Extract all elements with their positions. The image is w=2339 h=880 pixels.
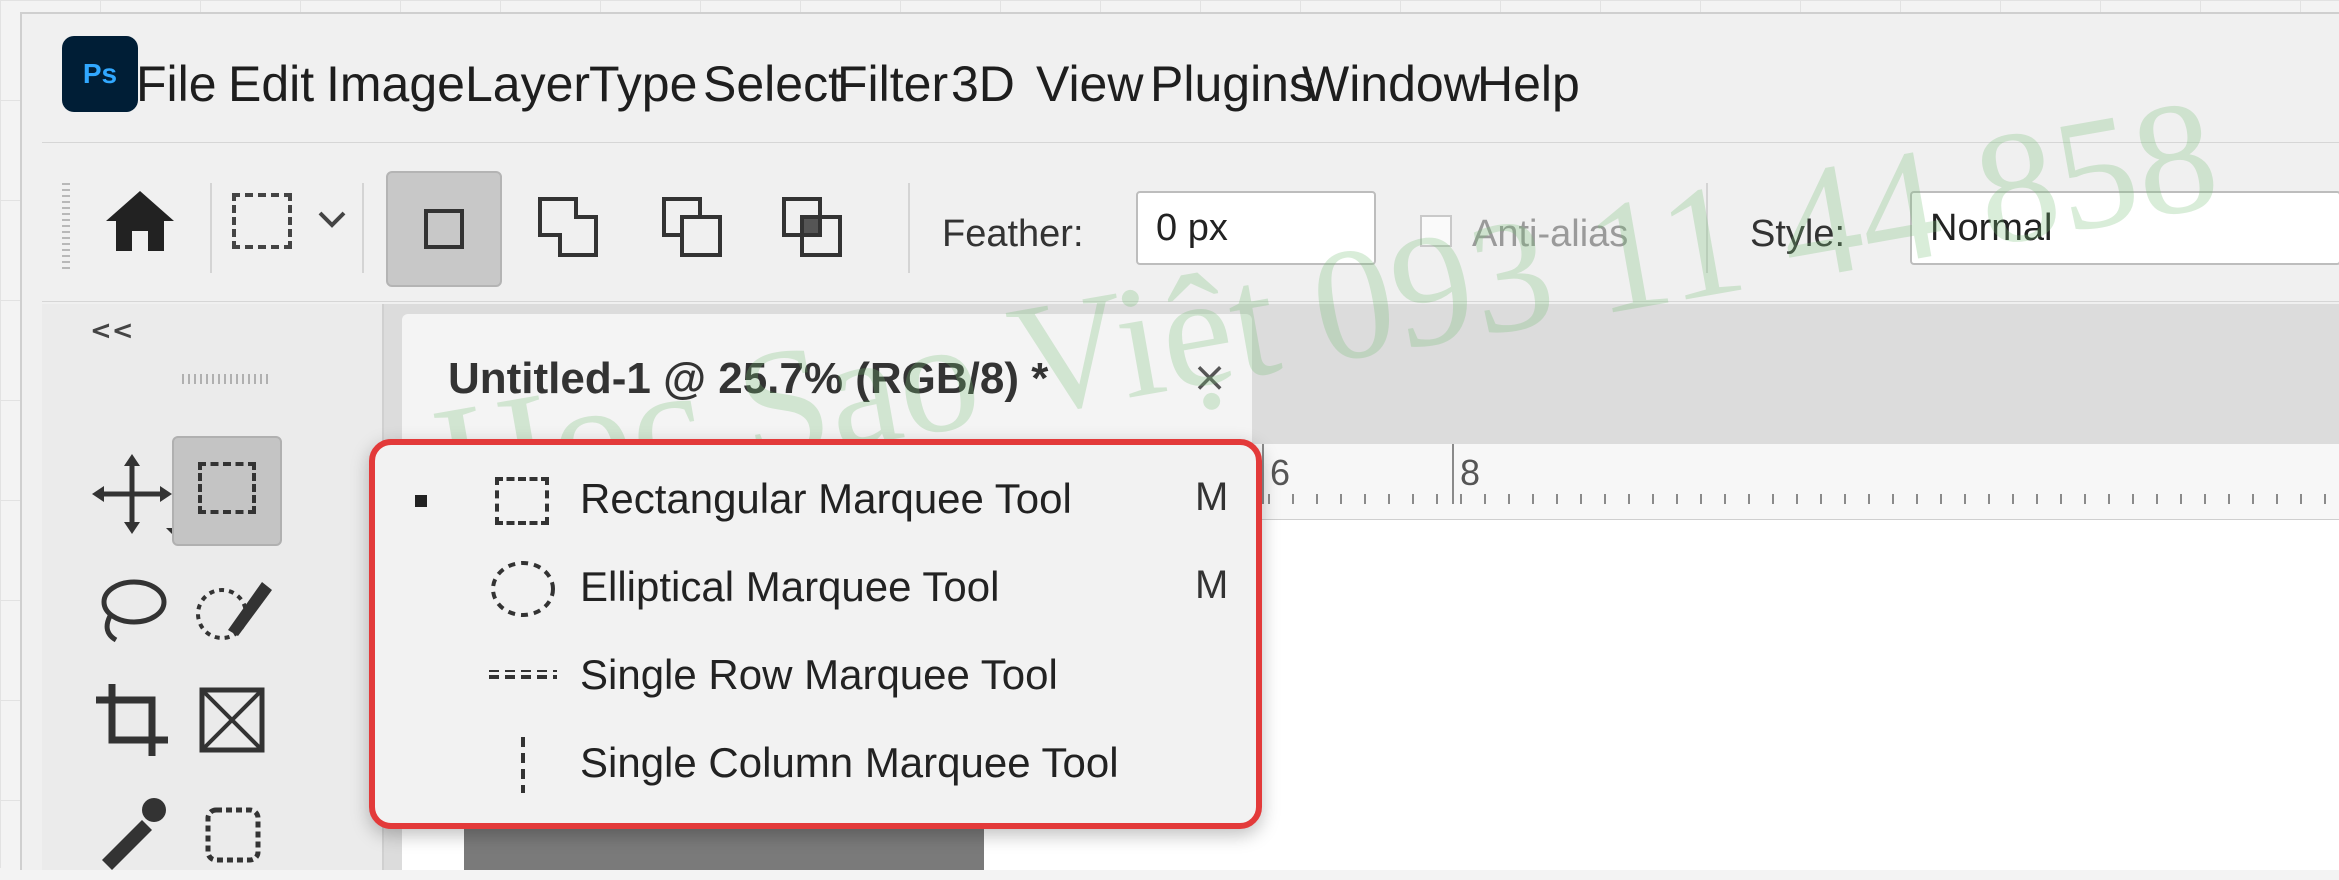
chevron-down-icon[interactable] xyxy=(312,199,352,239)
menu-bar: Ps File Edit Image Layer Type Select Fil… xyxy=(22,14,2339,139)
menu-filter[interactable]: Filter xyxy=(837,56,948,112)
separator xyxy=(210,183,212,273)
marquee-tools-flyout: Rectangular Marquee Tool M Elliptical Ma… xyxy=(369,439,1262,829)
selected-indicator xyxy=(415,495,427,507)
flyout-item-single-row-marquee[interactable]: Single Row Marquee Tool xyxy=(375,633,1256,719)
tools-panel: << xyxy=(42,304,384,870)
menu-window[interactable]: Window xyxy=(1302,56,1480,112)
new-selection-button[interactable] xyxy=(386,171,502,287)
flyout-item-single-column-marquee[interactable]: Single Column Marquee Tool xyxy=(375,721,1256,807)
ruler-number: 6 xyxy=(1270,452,1291,493)
move-tool-icon[interactable] xyxy=(82,444,182,544)
menu-file[interactable]: File xyxy=(136,56,217,112)
subtract-from-selection-button[interactable] xyxy=(636,171,752,287)
menu-plugins[interactable]: Plugins xyxy=(1150,56,1314,112)
photoshop-window: Ps File Edit Image Layer Type Select Fil… xyxy=(20,12,2339,870)
anti-alias-checkbox[interactable] xyxy=(1420,215,1452,247)
marquee-tool-icon[interactable] xyxy=(172,436,282,546)
quick-selection-tool-icon[interactable] xyxy=(182,560,282,660)
single-row-marquee-icon xyxy=(485,647,561,707)
elliptical-marquee-icon xyxy=(485,559,561,619)
options-bar: Feather: 0 px Anti-alias Style: Normal xyxy=(42,142,2339,302)
marquee-preset-icon[interactable] xyxy=(232,193,292,249)
separator xyxy=(908,183,910,273)
menu-view[interactable]: View xyxy=(1036,56,1143,112)
add-to-selection-button[interactable] xyxy=(512,171,628,287)
document-tab[interactable]: Untitled-1 @ 25.7% (RGB/8) * × xyxy=(402,314,1252,444)
ruler-number: 8 xyxy=(1460,452,1481,493)
flyout-item-label: Single Row Marquee Tool xyxy=(580,651,1058,698)
single-column-marquee-icon xyxy=(485,735,561,795)
feather-input[interactable]: 0 px xyxy=(1136,191,1376,265)
lasso-tool-icon[interactable] xyxy=(82,560,182,660)
flyout-item-label: Elliptical Marquee Tool xyxy=(580,563,1000,610)
flyout-item-label: Single Column Marquee Tool xyxy=(580,739,1119,786)
style-select[interactable]: Normal xyxy=(1910,191,2339,265)
healing-tool-icon[interactable] xyxy=(182,780,282,880)
intersect-selection-button[interactable] xyxy=(756,171,872,287)
crop-tool-icon[interactable] xyxy=(82,670,182,770)
anti-alias-label: Anti-alias xyxy=(1472,213,1629,255)
close-tab-icon[interactable]: × xyxy=(1192,352,1227,401)
menu-3d[interactable]: 3D xyxy=(951,56,1015,112)
menu-layer[interactable]: Layer xyxy=(465,56,590,112)
tools-panel-grip[interactable] xyxy=(182,374,272,384)
feather-label: Feather: xyxy=(942,213,1084,255)
separator xyxy=(362,183,364,273)
menu-help[interactable]: Help xyxy=(1477,56,1580,112)
options-bar-grip[interactable] xyxy=(62,183,70,273)
style-label: Style: xyxy=(1750,213,1846,255)
flyout-item-label: Rectangular Marquee Tool xyxy=(580,475,1072,522)
eyedropper-tool-icon[interactable] xyxy=(82,780,182,880)
frame-tool-icon[interactable] xyxy=(182,670,282,770)
flyout-item-elliptical-marquee[interactable]: Elliptical Marquee Tool M xyxy=(375,545,1256,631)
menu-select[interactable]: Select xyxy=(703,56,842,112)
flyout-item-shortcut: M xyxy=(1195,563,1229,607)
separator xyxy=(1706,183,1708,273)
photoshop-logo[interactable]: Ps xyxy=(62,36,138,112)
menu-edit[interactable]: Edit xyxy=(228,56,314,112)
menu-type[interactable]: Type xyxy=(589,56,697,112)
rectangular-marquee-icon xyxy=(485,471,561,531)
document-tab-title: Untitled-1 @ 25.7% (RGB/8) * xyxy=(448,354,1049,403)
home-icon[interactable] xyxy=(100,181,180,261)
flyout-item-rectangular-marquee[interactable]: Rectangular Marquee Tool M xyxy=(375,457,1256,543)
flyout-item-shortcut: M xyxy=(1195,475,1229,519)
menu-image[interactable]: Image xyxy=(326,56,465,112)
collapse-panel-button[interactable]: << xyxy=(90,316,134,346)
